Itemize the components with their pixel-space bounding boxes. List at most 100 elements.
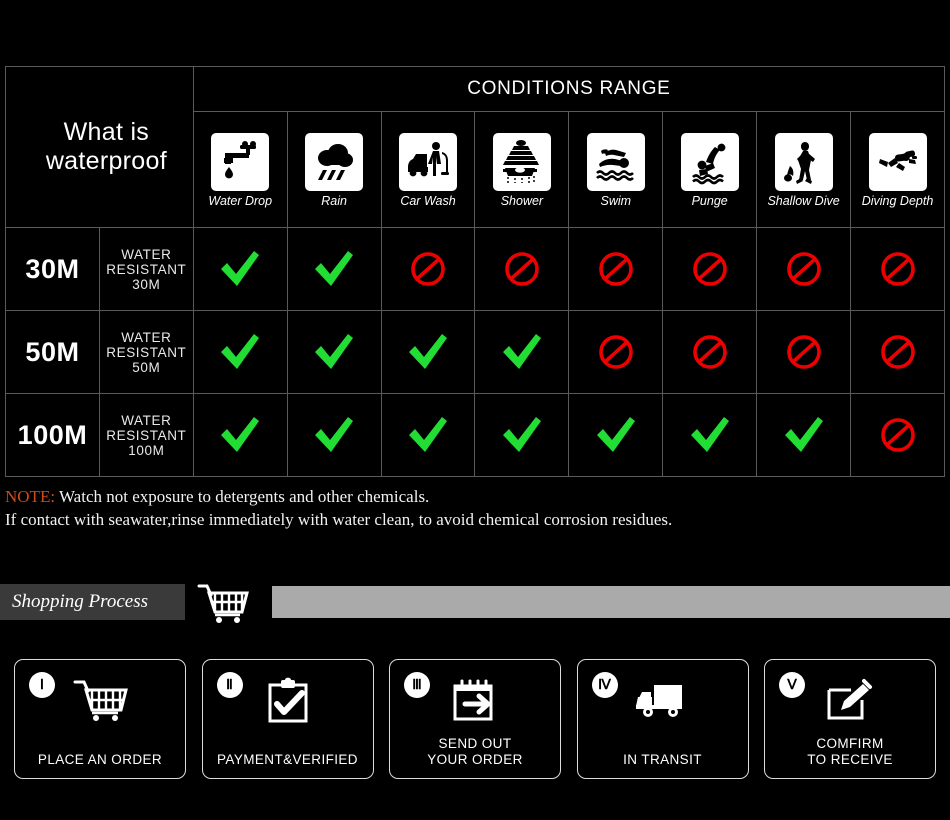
- cell-30m-diving-depth: [850, 227, 945, 311]
- prohibited-icon: [663, 250, 756, 288]
- note-line-2: If contact with seawater,rinse immediate…: [5, 510, 673, 529]
- cell-30m-punge: [662, 227, 758, 311]
- table-row: 50M WATER RESISTANT 50M: [5, 310, 945, 394]
- step-label: COMFIRM TO RECEIVE: [807, 736, 893, 767]
- condition-column-car-wash: Car Wash: [380, 111, 476, 228]
- step-label: SEND OUT YOUR ORDER: [427, 736, 523, 767]
- cell-30m-shower: [474, 227, 570, 311]
- cell-50m-diving-depth: [850, 310, 945, 394]
- prohibited-icon: [757, 333, 850, 371]
- note-text-1: Watch not exposure to detergents and oth…: [59, 487, 430, 506]
- row-description-50m: WATER RESISTANT 50M: [98, 310, 194, 394]
- condition-column-shallow-dive: Shallow Dive: [756, 111, 852, 228]
- prohibited-icon: [851, 250, 944, 288]
- condition-label: Punge: [691, 193, 728, 208]
- process-step-3: Ⅲ SEND OUT YOUR ORDER: [389, 659, 561, 779]
- condition-column-shower: Shower: [474, 111, 570, 228]
- check-icon: [288, 415, 381, 455]
- progress-fill-bar: [272, 586, 950, 618]
- shopping-process-title: Shopping Process: [0, 584, 185, 620]
- check-icon: [382, 415, 475, 455]
- check-icon: [663, 415, 756, 455]
- cell-30m-water-drop: [192, 227, 288, 311]
- cell-50m-car-wash: [380, 310, 476, 394]
- cell-50m-shallow-dive: [756, 310, 852, 394]
- cell-50m-swim: [568, 310, 664, 394]
- cell-100m-shower: [474, 393, 570, 477]
- shallow-dive-icon: [774, 132, 833, 191]
- row-description-30m: WATER RESISTANT 30M: [98, 227, 194, 311]
- check-icon: [757, 415, 850, 455]
- faucet-water-drop-icon: [211, 132, 270, 191]
- condition-column-swim: Swim: [568, 111, 664, 228]
- check-icon: [194, 249, 287, 289]
- condition-label: Diving Depth: [861, 193, 934, 208]
- process-step-4: Ⅳ IN TRANSIT: [576, 659, 749, 779]
- step-label: PAYMENT&VERIFIED: [217, 752, 358, 767]
- calendar-arrow-icon: [390, 674, 560, 728]
- row-depth-100m: 100M: [5, 393, 100, 477]
- cell-100m-rain: [286, 393, 382, 477]
- process-step-2: Ⅱ PAYMENT&VERIFIED: [201, 659, 374, 779]
- row-description-100m: WATER RESISTANT 100M: [98, 393, 194, 477]
- condition-label: Car Wash: [400, 193, 456, 208]
- row-depth-30m: 30M: [5, 227, 100, 311]
- table-row: 100M WATER RESISTANT 100M: [5, 393, 945, 477]
- car-wash-icon: [399, 132, 457, 191]
- cell-100m-water-drop: [192, 393, 288, 477]
- shower-icon: [492, 132, 551, 191]
- cell-30m-shallow-dive: [756, 227, 852, 311]
- check-icon: [475, 332, 568, 372]
- note-tag: NOTE:: [5, 487, 56, 506]
- cell-30m-rain: [286, 227, 382, 311]
- cell-50m-shower: [474, 310, 570, 394]
- check-icon: [288, 249, 381, 289]
- check-icon: [475, 415, 568, 455]
- condition-label: Shower: [500, 193, 544, 208]
- prohibited-icon: [475, 250, 568, 288]
- prohibited-icon: [757, 250, 850, 288]
- delivery-truck-icon: [578, 674, 748, 728]
- condition-label: Shallow Dive: [767, 193, 840, 208]
- shopping-cart-icon: [15, 674, 185, 728]
- prohibited-icon: [569, 250, 662, 288]
- shopping-steps: Ⅰ PLACE AN ORDER Ⅱ PAYMENT&VERIFIED Ⅲ SEND…: [14, 659, 936, 779]
- check-icon: [382, 332, 475, 372]
- note-block: NOTE: Watch not exposure to detergents a…: [5, 485, 935, 531]
- check-icon: [194, 415, 287, 455]
- prohibited-icon: [851, 333, 944, 371]
- cell-100m-swim: [568, 393, 664, 477]
- clipboard-check-icon: [203, 674, 373, 728]
- check-icon: [194, 332, 287, 372]
- process-step-1: Ⅰ PLACE AN ORDER: [14, 659, 186, 779]
- condition-column-rain: Rain: [286, 111, 382, 228]
- waterproof-infographic: What is waterproof CONDITIONS RANGE Wate…: [0, 0, 950, 820]
- cell-100m-car-wash: [380, 393, 476, 477]
- shopping-cart-icon: [196, 582, 256, 629]
- step-label: PLACE AN ORDER: [37, 752, 163, 767]
- condition-label: Water Drop: [208, 193, 273, 208]
- condition-label: Rain: [321, 193, 347, 208]
- prohibited-icon: [851, 416, 944, 454]
- condition-label: Swim: [600, 193, 632, 208]
- cell-30m-car-wash: [380, 227, 476, 311]
- cell-100m-diving-depth: [850, 393, 945, 477]
- shopping-process-bar: Shopping Process: [0, 584, 950, 623]
- step-label: IN TRANSIT: [623, 752, 702, 767]
- table-header-row-top: What is waterproof CONDITIONS RANGE: [5, 65, 946, 228]
- conditions-range-header: CONDITIONS RANGE: [192, 65, 946, 113]
- check-icon: [288, 332, 381, 372]
- cell-100m-shallow-dive: [756, 393, 852, 477]
- condition-column-punge: Punge: [662, 111, 758, 228]
- rain-cloud-icon: [305, 132, 364, 191]
- cell-100m-punge: [662, 393, 758, 477]
- process-step-5: Ⅴ COMFIRM TO RECEIVE: [764, 659, 936, 779]
- cell-50m-rain: [286, 310, 382, 394]
- prohibited-icon: [663, 333, 756, 371]
- note-line-1: NOTE: Watch not exposure to detergents a…: [5, 485, 935, 508]
- table-row: 30M WATER RESISTANT 30M: [5, 227, 945, 311]
- row-depth-50m: 50M: [5, 310, 100, 394]
- prohibited-icon: [382, 250, 475, 288]
- plunge-dive-icon: [680, 132, 739, 191]
- cell-50m-water-drop: [192, 310, 288, 394]
